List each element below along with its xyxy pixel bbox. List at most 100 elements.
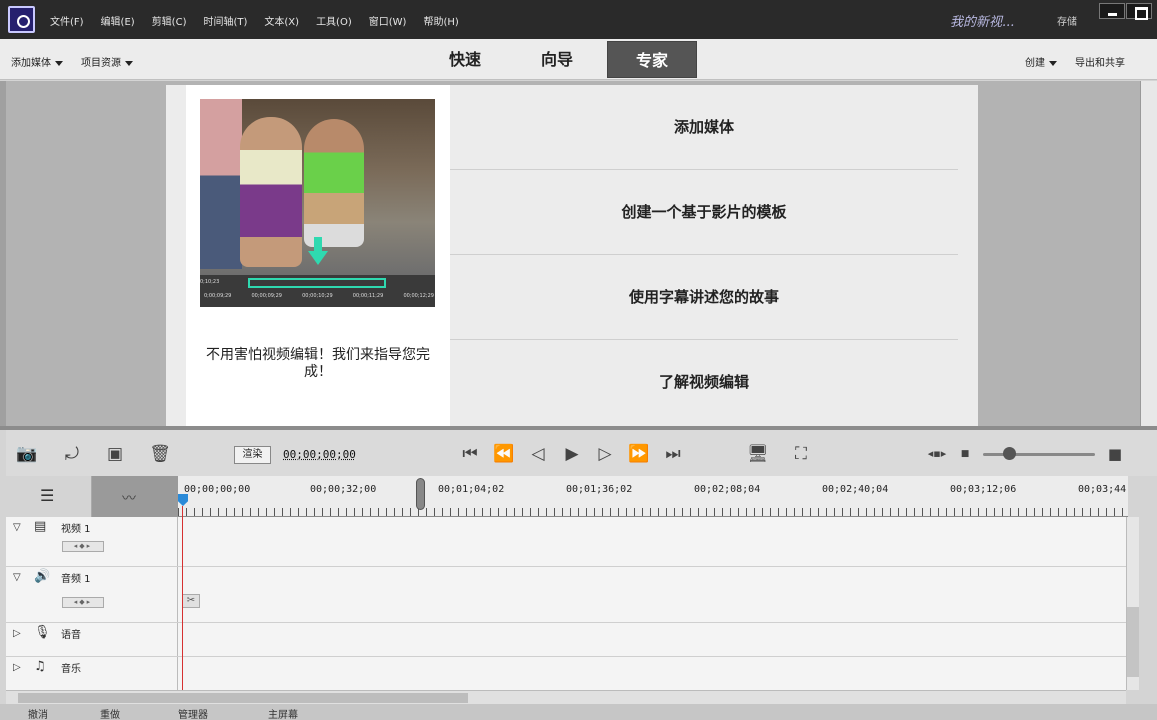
guide-card: 0;10;23 0;00;09;29 00;00;09;29 00;00;10;… [186,85,450,426]
menu-text[interactable]: 文本(X) [264,13,299,28]
home-screen-button[interactable]: 主屏幕 [268,706,298,720]
menu-edit[interactable]: 编辑(E) [101,13,135,28]
horizontal-scrollbar-thumb[interactable] [18,693,468,703]
rotate-icon[interactable]: ⤾ [61,444,83,464]
track-header: ▷ 🎙 语音 [6,623,178,656]
audio-waveform-toggle[interactable]: 〰 [92,476,178,517]
timeline-ruler[interactable]: 00;00;00;00 00;00;32;00 00;01;04;02 00;0… [178,476,1128,517]
thumb-start-timecode: 0;10;23 [200,279,220,285]
monitor-area: 0;10;23 0;00;09;29 00;00;09;29 00;00;10;… [6,81,1140,426]
vertical-scrollbar-thumb[interactable] [1127,607,1139,677]
thumb-timecode: 0;00;09;29 [204,293,232,299]
photo-figure [304,119,364,247]
zoom-slider-thumb[interactable] [1003,447,1016,460]
camera-icon[interactable]: 📷 [16,444,38,464]
track-toggle-button[interactable]: ☰ [6,476,92,517]
speaker-icon: 🔊 [34,569,51,584]
track-audio-1: ▽ 🔊 音频 1 ◂◆▸ ✂ [6,567,1126,623]
tab-guided[interactable]: 向导 [524,41,590,78]
goto-start-icon[interactable]: ⏮ [459,444,481,464]
export-share-menu[interactable]: 导出和共享 [1075,54,1125,69]
track-music: ▷ ♫ 音乐 [6,657,1126,690]
horizontal-scrollbar[interactable] [6,690,1126,704]
track-list-icon: ☰ [40,486,55,505]
zoom-in-icon[interactable]: ■ [1104,444,1126,464]
trash-icon[interactable]: 🗑 [149,444,171,464]
ruler-ticks [178,508,1128,516]
keyframe-buttons[interactable]: ◂◆▸ [62,541,104,552]
frame-forward-icon[interactable]: ▷ [594,444,616,464]
chevron-down-icon [1049,60,1057,66]
film-icon: ▤ [34,519,47,534]
step-forward-icon[interactable]: ⏩ [628,444,650,464]
track-header: ▽ 🔊 音频 1 ◂◆▸ [6,567,178,622]
timeline-tracks: ▽ ▤ 视频 1 ◂◆▸ ▽ 🔊 音频 1 ◂◆▸ ✂ ▷ 🎙 语音 ▷ ♫ 音… [6,517,1126,690]
track-video-1: ▽ ▤ 视频 1 ◂◆▸ [6,517,1126,567]
goto-end-icon[interactable]: ⏭ [662,444,684,464]
ruler-label: 00;02;08;04 [694,484,761,495]
ruler-label: 00;01;36;02 [566,484,633,495]
chevron-down-icon [125,60,133,66]
guide-item-titles[interactable]: 使用字幕讲述您的故事 [450,255,958,340]
menu-help[interactable]: 帮助(H) [423,13,458,28]
ruler-label: 00;00;32;00 [310,484,377,495]
guide-video-thumbnail[interactable]: 0;10;23 0;00;09;29 00;00;09;29 00;00;10;… [200,99,435,307]
highlighted-controls [248,278,386,288]
zoom-out-icon[interactable]: ■ [954,444,976,464]
save-button[interactable]: 存储 [1057,13,1077,28]
chevron-down-icon [55,60,63,66]
playhead-line [182,506,183,690]
undo-button[interactable]: 撤消 [28,706,48,720]
organizer-button[interactable]: 管理器 [178,706,208,720]
fullscreen-icon[interactable]: ⛶ [790,444,812,464]
keyframe-buttons[interactable]: ◂◆▸ [62,597,104,608]
maximize-button[interactable] [1126,3,1152,20]
guide-item-movie-template[interactable]: 创建一个基于影片的模板 [450,170,958,255]
track-header: ▷ ♫ 音乐 [6,657,178,690]
monitor-settings-icon[interactable]: 🖥 [747,444,769,464]
ruler-label: 00;02;40;04 [822,484,889,495]
bottom-action-bar: 撤消 重做 管理器 主屏幕 [0,704,1157,720]
zoom-slider-track[interactable] [983,453,1095,456]
vertical-scrollbar[interactable] [1126,517,1139,690]
guide-item-learn-editing[interactable]: 了解视频编辑 [450,340,958,425]
redo-button[interactable]: 重做 [100,706,120,720]
zoom-fit-icon[interactable]: ◂▪▸ [926,444,948,464]
tab-quick[interactable]: 快速 [432,41,498,78]
current-timecode[interactable]: 00;00;00;00 [283,448,356,461]
expand-triangle-icon[interactable]: ▷ [13,628,21,639]
menu-timeline[interactable]: 时间轴(T) [203,13,247,28]
project-name: 我的新视... [950,15,1015,30]
expand-triangle-icon[interactable]: ▽ [13,522,21,533]
ruler-label: 00;01;04;02 [438,484,505,495]
guide-list: 添加媒体 创建一个基于影片的模板 使用字幕讲述您的故事 了解视频编辑 [450,85,958,426]
play-icon[interactable]: ▶ [561,444,583,464]
expand-triangle-icon[interactable]: ▽ [13,572,21,583]
thumb-timecode: 00;00;12;29 [403,293,434,299]
film-icon[interactable]: ▣ [104,444,126,464]
playhead-handle[interactable] [178,494,188,506]
music-note-icon: ♫ [34,659,46,674]
add-media-label: 添加媒体 [11,58,51,69]
scissors-icon[interactable]: ✂ [182,594,200,608]
guided-edit-panel: 0;10;23 0;00;09;29 00;00;09;29 00;00;10;… [166,85,978,426]
guide-item-add-media[interactable]: 添加媒体 [450,85,958,170]
menu-file[interactable]: 文件(F) [50,13,84,28]
work-area-end-handle[interactable] [416,478,425,510]
track-name: 语音 [61,630,81,641]
create-menu[interactable]: 创建 [1025,54,1057,69]
add-media-menu[interactable]: 添加媒体 [11,54,63,69]
track-name: 音频 1 [61,574,91,585]
menu-clip[interactable]: 剪辑(C) [152,13,187,28]
thumb-control-bar: 0;10;23 0;00;09;29 00;00;09;29 00;00;10;… [200,275,435,307]
tab-expert[interactable]: 专家 [607,41,697,78]
project-assets-menu[interactable]: 项目资源 [81,54,133,69]
menu-window[interactable]: 窗口(W) [369,13,407,28]
track-narration: ▷ 🎙 语音 [6,623,1126,657]
minimize-button[interactable] [1099,3,1125,19]
step-back-icon[interactable]: ⏪ [493,444,515,464]
frame-back-icon[interactable]: ◁ [527,444,549,464]
expand-triangle-icon[interactable]: ▷ [13,662,21,673]
menu-tools[interactable]: 工具(O) [316,13,352,28]
render-button[interactable]: 渲染 [234,446,271,464]
